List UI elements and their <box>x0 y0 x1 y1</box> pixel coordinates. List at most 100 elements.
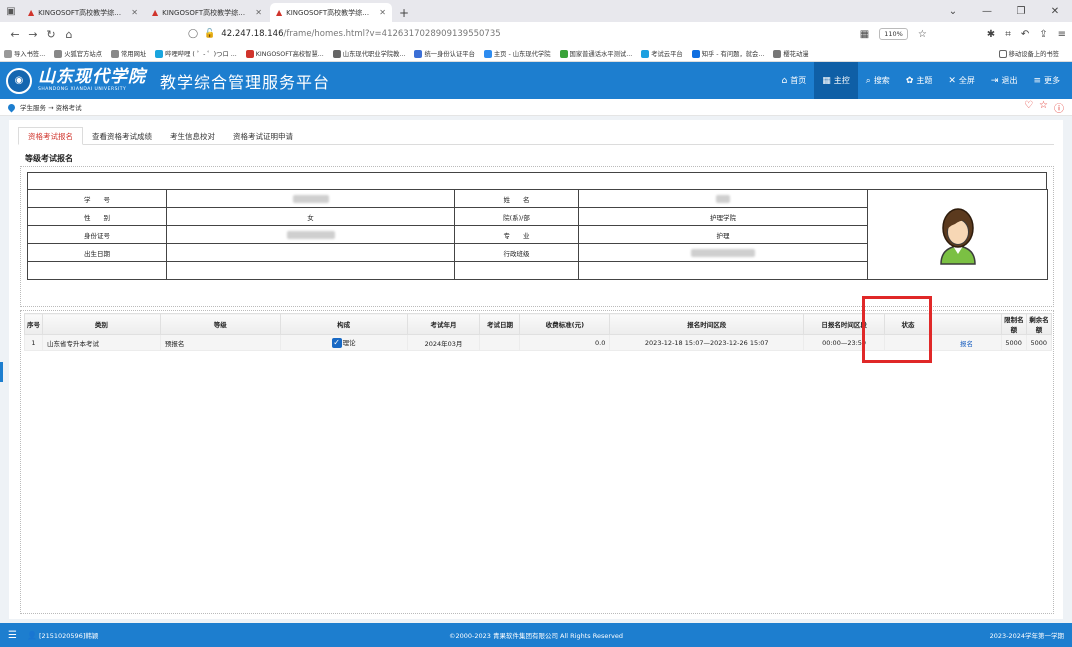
share-icon[interactable]: ⇪ <box>1039 29 1047 40</box>
menu-icon[interactable]: ≡ <box>1058 29 1066 40</box>
main-panel: 资格考试报名 查看资格考试成绩 考生信息校对 资格考试证明申请 等级考试报名 学… <box>9 120 1063 619</box>
value-name <box>578 189 868 208</box>
heart-icon[interactable]: ♡ <box>1024 100 1033 115</box>
browser-nav-bar: ← → ↻ ⌂ ◯ 🔓 42.247.18.146 /frame/homes.h… <box>0 22 1072 46</box>
label-student-id: 学 号 <box>27 189 167 208</box>
nav-right-controls: ▦ 110% ☆ ✱ ⌗ ↶ ⇪ ≡ <box>860 28 1066 40</box>
new-tab-button[interactable]: + <box>394 3 414 22</box>
label-name: 姓 名 <box>454 189 579 208</box>
bookmark-item[interactable]: 山东现代职业学院教... <box>332 49 405 58</box>
header-nav: ⌂ 首页 ▦ 主控 ⌕ 搜索 ✿ 主题 ✕ 全屏 ⇥ 退出 ≡ 更多 <box>774 62 1068 99</box>
footer-term: 2023-2024学年第一学期 <box>989 632 1064 640</box>
home-icon[interactable]: ⌂ <box>60 28 78 41</box>
nav-control[interactable]: ▦ 主控 <box>814 62 858 99</box>
tab-close-icon[interactable]: ✕ <box>131 8 138 17</box>
browser-tab-title: KINGOSOFT高校教学综合管理 <box>38 8 128 17</box>
user-icon: 👤 <box>26 630 37 640</box>
back-icon[interactable]: ← <box>6 28 24 41</box>
chevron-down-icon[interactable]: ⌄ <box>936 6 970 17</box>
value-student-id <box>166 189 455 208</box>
value-major: 护理 <box>578 225 868 244</box>
bookmark-item[interactable]: 火狐官方站点 <box>54 49 102 58</box>
info-header-row <box>27 172 1047 190</box>
bookmark-item[interactable]: 知乎 - 有问题，就会... <box>691 49 764 58</box>
home-icon: ⌂ <box>781 75 788 86</box>
bookmark-item[interactable]: 主页 - 山东现代学院 <box>483 49 551 58</box>
bookmark-item[interactable]: 国家普通话水平测试... <box>559 49 632 58</box>
nav-fullscreen[interactable]: ✕ 全屏 <box>940 62 983 99</box>
browser-tab-3-active[interactable]: ▲ KINGOSOFT高校教学综合管理 ✕ <box>270 3 392 22</box>
bookmark-mobile[interactable]: 移动设备上的书签 <box>998 49 1059 58</box>
tab-certificate-apply[interactable]: 资格考试证明申请 <box>224 127 302 145</box>
university-emblem-icon: ◉ <box>6 67 32 94</box>
cell-daily-period: 00:00—23:59 <box>803 334 886 351</box>
col-index: 序号 <box>24 313 43 335</box>
cell-level: 预报名 <box>159 334 281 351</box>
location-pin-icon <box>6 102 17 112</box>
undo-icon[interactable]: ↶ <box>1021 29 1029 40</box>
tab-exam-registration[interactable]: 资格考试报名 <box>18 127 83 145</box>
nav-logout[interactable]: ⇥ 退出 <box>983 62 1026 99</box>
browser-tab-1[interactable]: ▲ KINGOSOFT高校教学综合管理 ✕ <box>22 3 144 22</box>
qr-icon[interactable]: ▦ <box>860 29 869 40</box>
minimize-icon[interactable]: — <box>970 6 1004 17</box>
bookmark-item[interactable]: 哔哩哔哩 ( ゜- ゜)つロ ... <box>155 49 237 58</box>
kingosoft-favicon-icon: ▲ <box>152 8 159 17</box>
cell-exam-date <box>479 334 521 351</box>
nav-search[interactable]: ⌕ 搜索 <box>858 62 898 99</box>
hamburger-menu-icon[interactable]: ☰ <box>8 630 17 641</box>
cell-quota: 5000 <box>1000 334 1027 351</box>
logout-icon: ⇥ <box>990 75 999 86</box>
tab-list-icon[interactable]: ▣ <box>0 0 22 22</box>
component-checkbox[interactable]: ✓ <box>331 338 342 348</box>
student-info-table: 学 号 姓 名 性 别 女 院(系)/部 护理学院 身份证号 专 业 护理 出生… <box>27 189 1048 280</box>
label-class: 行政班级 <box>454 243 579 262</box>
extension-icon[interactable]: ✱ <box>987 29 995 40</box>
bookmark-item[interactable]: KINGOSOFT高校智慧... <box>245 49 324 58</box>
address-bar[interactable]: ◯ 🔓 42.247.18.146 /frame/homes.html?v=41… <box>188 29 501 39</box>
tab-info-verify[interactable]: 考生信息校对 <box>161 127 224 145</box>
forward-icon[interactable]: → <box>24 28 42 41</box>
exam-list-panel: 序号 类别 等级 构成 考试年月 考试日期 收费标准(元) 报名时间区段 日报名… <box>20 310 1054 614</box>
university-logo: 山东现代学院 SHANDONG XIANDAI UNIVERSITY <box>38 66 146 92</box>
col-quota: 限制名额 <box>1000 313 1027 335</box>
bookmark-item[interactable]: 樱花动漫 <box>773 49 809 58</box>
crop-icon[interactable]: ⌗ <box>1005 29 1011 40</box>
restore-icon[interactable]: ❐ <box>1004 6 1038 17</box>
side-drawer-handle[interactable] <box>0 362 3 382</box>
value-gender: 女 <box>166 207 455 226</box>
shield-icon: ◯ <box>188 29 199 39</box>
signup-link[interactable]: 报名 <box>960 340 973 348</box>
tab-close-icon[interactable]: ✕ <box>379 8 386 17</box>
bookmark-item[interactable]: 考试云平台 <box>641 49 683 58</box>
nav-theme[interactable]: ✿ 主题 <box>898 62 941 99</box>
search-icon: ⌕ <box>865 75 871 86</box>
help-icon[interactable]: ⓘ <box>1054 100 1064 115</box>
star-icon[interactable]: ☆ <box>1039 100 1048 115</box>
zoom-level[interactable]: 110% <box>879 28 908 40</box>
bookmark-item[interactable]: 导入书签... <box>4 49 45 58</box>
kingosoft-favicon-icon: ▲ <box>276 8 283 17</box>
app-header: ◉ 山东现代学院 SHANDONG XIANDAI UNIVERSITY 教学综… <box>0 62 1072 99</box>
avatar-cell <box>867 189 1048 280</box>
breadcrumb-actions: ♡ ☆ ⓘ <box>1024 100 1064 115</box>
breadcrumb-text: 学生服务 → 资格考试 <box>20 104 82 112</box>
fullscreen-icon: ✕ <box>948 75 956 86</box>
value-id-card <box>166 225 455 244</box>
reload-icon[interactable]: ↻ <box>42 28 60 41</box>
bookmark-item[interactable]: 常用网址 <box>110 49 146 58</box>
bookmark-star-icon[interactable]: ☆ <box>918 29 927 40</box>
tab-close-icon[interactable]: ✕ <box>255 8 262 17</box>
col-fee: 收费标准(元) <box>519 313 611 335</box>
student-info-panel: 学 号 姓 名 性 别 女 院(系)/部 护理学院 身份证号 专 业 护理 出生… <box>20 166 1054 307</box>
bookmark-item[interactable]: 统一身份认证平台 <box>414 49 475 58</box>
col-component: 构成 <box>279 313 408 335</box>
browser-tab-2[interactable]: ▲ KINGOSOFT高校教学综合管理 ✕ <box>146 3 268 22</box>
footer-user: [2151020596]韩颖 <box>38 632 99 640</box>
tab-view-scores[interactable]: 查看资格考试成绩 <box>83 127 161 145</box>
cell-fee: 0.0 <box>519 334 611 351</box>
close-icon[interactable]: ✕ <box>1038 6 1072 17</box>
nav-more[interactable]: ≡ 更多 <box>1025 62 1068 99</box>
label-college: 院(系)/部 <box>454 207 579 226</box>
nav-home[interactable]: ⌂ 首页 <box>774 62 815 99</box>
